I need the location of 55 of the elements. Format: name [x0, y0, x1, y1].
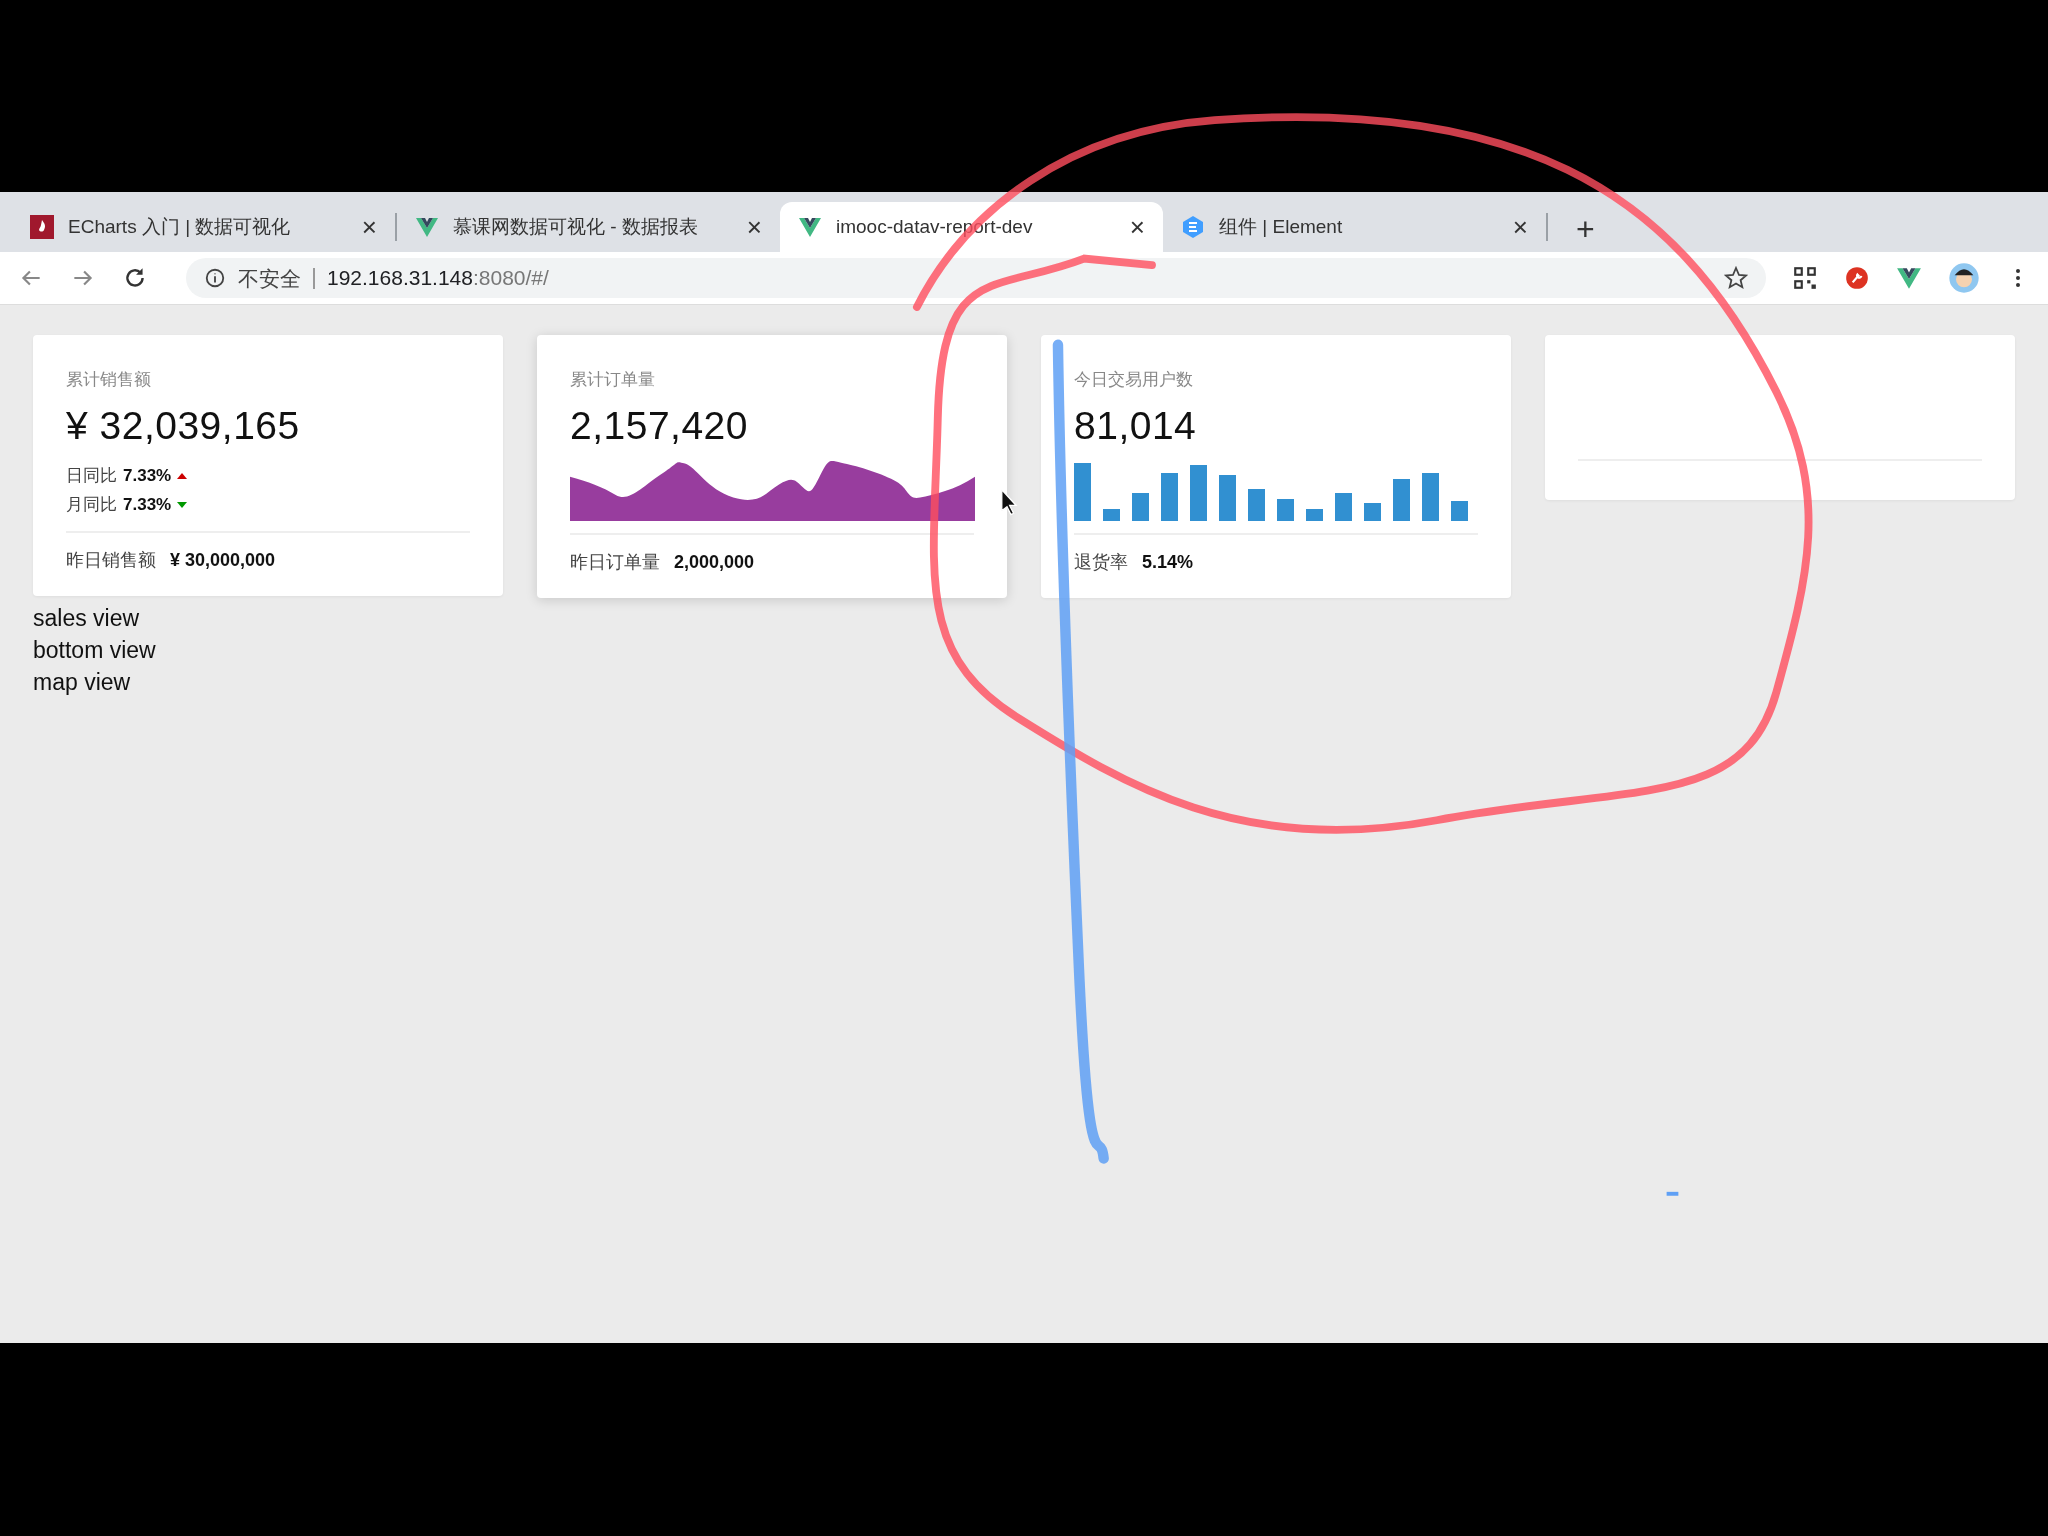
card-title: 累计订单量 [570, 369, 656, 391]
card-title: 今日交易用户数 [1074, 369, 1194, 391]
stat-value: 2,157,420 [570, 402, 749, 449]
close-tab-button[interactable]: × [361, 214, 377, 240]
footer-value: 2,000,000 [674, 551, 755, 574]
bar [1422, 473, 1439, 521]
v-logo-icon [415, 215, 439, 239]
bar [1248, 489, 1265, 521]
bar [1393, 479, 1410, 521]
new-tab-button[interactable]: + [1570, 212, 1601, 246]
bar [1161, 473, 1178, 521]
bar [1335, 493, 1352, 521]
browser-tab[interactable]: 组件 | Element × [1163, 202, 1546, 252]
bar [1306, 509, 1323, 521]
view-label: bottom view [33, 636, 157, 665]
compare-value: 7.33% [123, 493, 172, 516]
bar [1074, 463, 1091, 521]
address-bar[interactable]: 不安全 192.168.31.148:8080/#/ [186, 258, 1766, 298]
footer-value: 5.14% [1142, 551, 1194, 574]
footer-value: ¥ 30,000,000 [170, 549, 276, 572]
compare-label: 日同比 [66, 464, 117, 487]
bar [1103, 509, 1120, 521]
compare-value: 7.33% [123, 464, 172, 487]
close-tab-button[interactable]: × [746, 214, 762, 240]
key-icon[interactable] [1844, 265, 1870, 291]
footer-label: 昨日销售额 [66, 549, 156, 572]
v-logo-icon[interactable] [1896, 265, 1922, 291]
qr-code-icon[interactable] [1792, 265, 1818, 291]
annotation-dash [1666, 1191, 1679, 1196]
view-label: sales view [33, 604, 141, 633]
card-title: 累计销售额 [66, 369, 152, 391]
bar [1132, 493, 1149, 521]
view-label: map view [33, 668, 132, 697]
flame-icon [30, 215, 54, 239]
bar [1364, 503, 1381, 521]
bar [1190, 465, 1207, 521]
compare-label: 月同比 [66, 493, 117, 516]
avatar-icon[interactable] [1948, 262, 1980, 294]
bar [1219, 475, 1236, 521]
info-icon[interactable] [204, 267, 226, 289]
star-icon[interactable] [1724, 266, 1748, 290]
browser-tab[interactable]: ECharts 入门 | 数据可视化 × [12, 202, 395, 252]
footer-label: 退货率 [1074, 551, 1128, 574]
bar [1277, 499, 1294, 521]
url-text: 192.168.31.148:8080/#/ [327, 265, 549, 292]
close-tab-button[interactable]: × [1512, 214, 1528, 240]
footer-label: 昨日订单量 [570, 551, 660, 574]
stat-value: ¥ 32,039,165 [66, 402, 301, 449]
v-logo-icon [798, 215, 822, 239]
close-tab-button[interactable]: × [1129, 214, 1145, 240]
hexagon-icon [1181, 215, 1205, 239]
browser-tab[interactable]: 慕课网数据可视化 - 数据报表 × [397, 202, 780, 252]
security-label: 不安全 [238, 267, 315, 289]
stat-value: 81,014 [1074, 402, 1198, 449]
bar [1451, 501, 1468, 521]
